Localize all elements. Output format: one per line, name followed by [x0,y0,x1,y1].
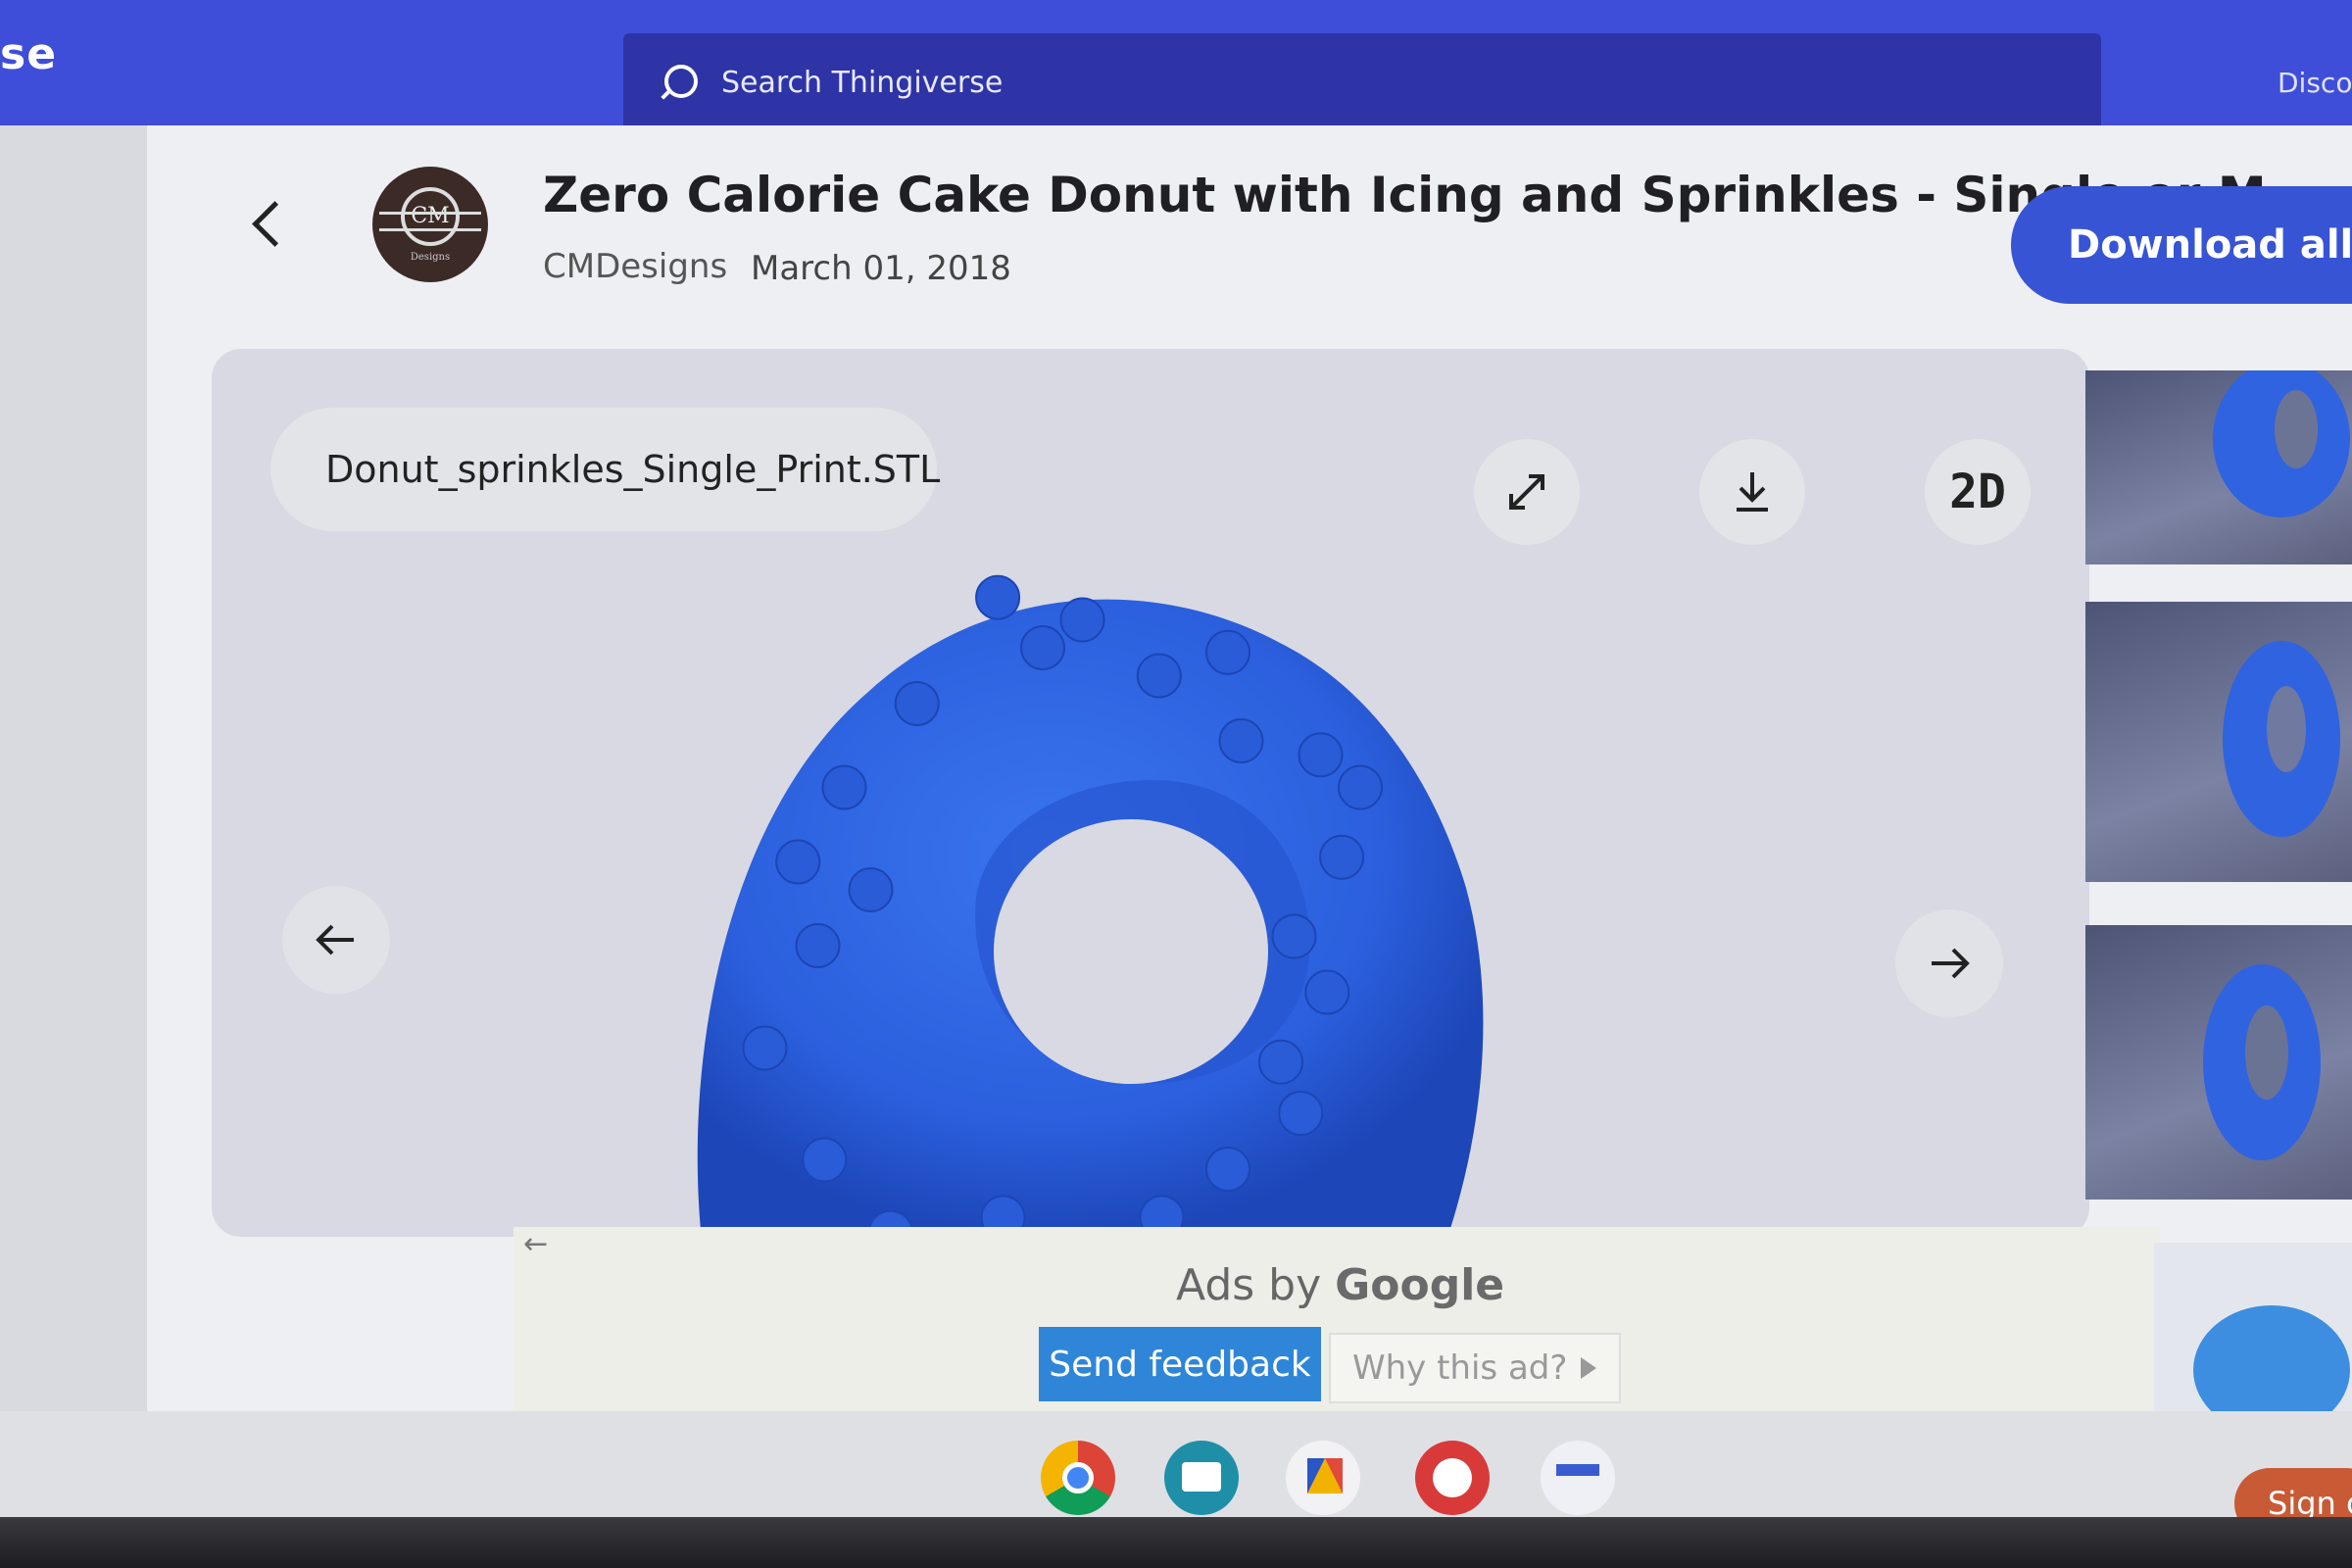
sprinkle [1258,1039,1303,1085]
sprinkle [1278,1091,1324,1136]
download-file-button[interactable] [1699,439,1805,545]
donut-model-render [692,535,1495,1237]
publish-date: March 01, 2018 [751,249,1011,288]
search-bar[interactable] [623,33,2101,131]
why-this-ad-label: Why this ad? [1352,1348,1568,1388]
top-nav: se Disco [0,0,2352,131]
view-mode-label: 2D [1949,465,2006,519]
search-icon [659,63,698,102]
sprinkle [795,923,841,968]
sprinkle [1136,653,1182,699]
author-link[interactable]: CMDesigns [543,247,727,286]
sprinkle [1020,625,1065,670]
sprinkle [1271,913,1317,959]
docs-app-icon[interactable] [1541,1441,1615,1515]
arrow-right-icon [1932,948,1970,979]
avatar[interactable]: CM Designs [372,167,488,282]
sprinkle [1338,764,1383,810]
sprinkle [1218,718,1264,763]
ads-label-brand: Google [1335,1260,1505,1310]
brand-logo-fragment[interactable]: se [0,29,57,79]
sprinkle [1205,629,1250,675]
sprinkle [802,1137,848,1183]
screen: se Disco CM Designs Zero Calorie Cake Do… [0,0,2352,1529]
avatar-bars [379,212,481,231]
arrow-left-icon [316,924,354,956]
file-name-chip: Donut_sprinkles_Single_Print.STL [270,408,940,531]
model-viewer[interactable]: Donut_sprinkles_Single_Print.STL 2D [212,349,2089,1237]
monitor-bezel [0,1517,2352,1568]
back-chevron-icon[interactable] [247,196,286,251]
sprinkle [1304,969,1350,1015]
sprinkle [1319,834,1365,880]
why-this-ad-button[interactable]: Why this ad? [1329,1333,1621,1403]
drawing-app-glyph [1307,1458,1343,1494]
sprinkle [821,764,867,810]
classroom-board [1182,1462,1221,1492]
sprinkle [742,1025,788,1071]
send-feedback-button[interactable]: Send feedback [1039,1327,1321,1401]
previous-file-button[interactable] [282,886,390,994]
classroom-icon[interactable] [1164,1441,1239,1515]
sprinkle [975,574,1021,620]
ads-label-prefix: Ads by [1176,1260,1322,1310]
fullscreen-button[interactable] [1474,439,1580,545]
drawing-app-icon[interactable] [1286,1441,1360,1515]
chrome-icon[interactable] [1041,1441,1115,1515]
avatar-subtext: Designs [410,251,451,263]
left-gutter [0,125,147,1439]
sprinkle [775,839,821,885]
paint-app-palette [1433,1458,1472,1497]
sprinkle [1298,732,1344,778]
thumbnail-2[interactable] [2085,602,2352,882]
next-file-button[interactable] [1895,909,2003,1017]
sprinkle [1205,1147,1250,1192]
nav-link-discover[interactable]: Disco [2278,67,2352,99]
ad-back-arrow[interactable]: ← [523,1227,548,1261]
download-icon [1737,472,1768,512]
paint-app-icon[interactable] [1415,1441,1490,1515]
sprinkle [848,867,894,912]
sprinkle [894,681,940,726]
expand-icon [1509,474,1544,510]
view-mode-2d-button[interactable]: 2D [1925,439,2031,545]
thumbnail-3[interactable] [2085,925,2352,1200]
thumbnail-1[interactable] [2085,370,2352,564]
ad-choices-icon [1581,1357,1597,1379]
download-all-button[interactable]: Download all fil [2011,186,2352,304]
sprinkle [1059,597,1105,643]
search-input[interactable] [721,65,1995,100]
docs-app-bar [1556,1464,1599,1476]
related-thumbnail[interactable] [2154,1243,2352,1439]
chrome-center [1062,1462,1094,1494]
ads-by-google-label: Ads by Google [1176,1260,1504,1310]
